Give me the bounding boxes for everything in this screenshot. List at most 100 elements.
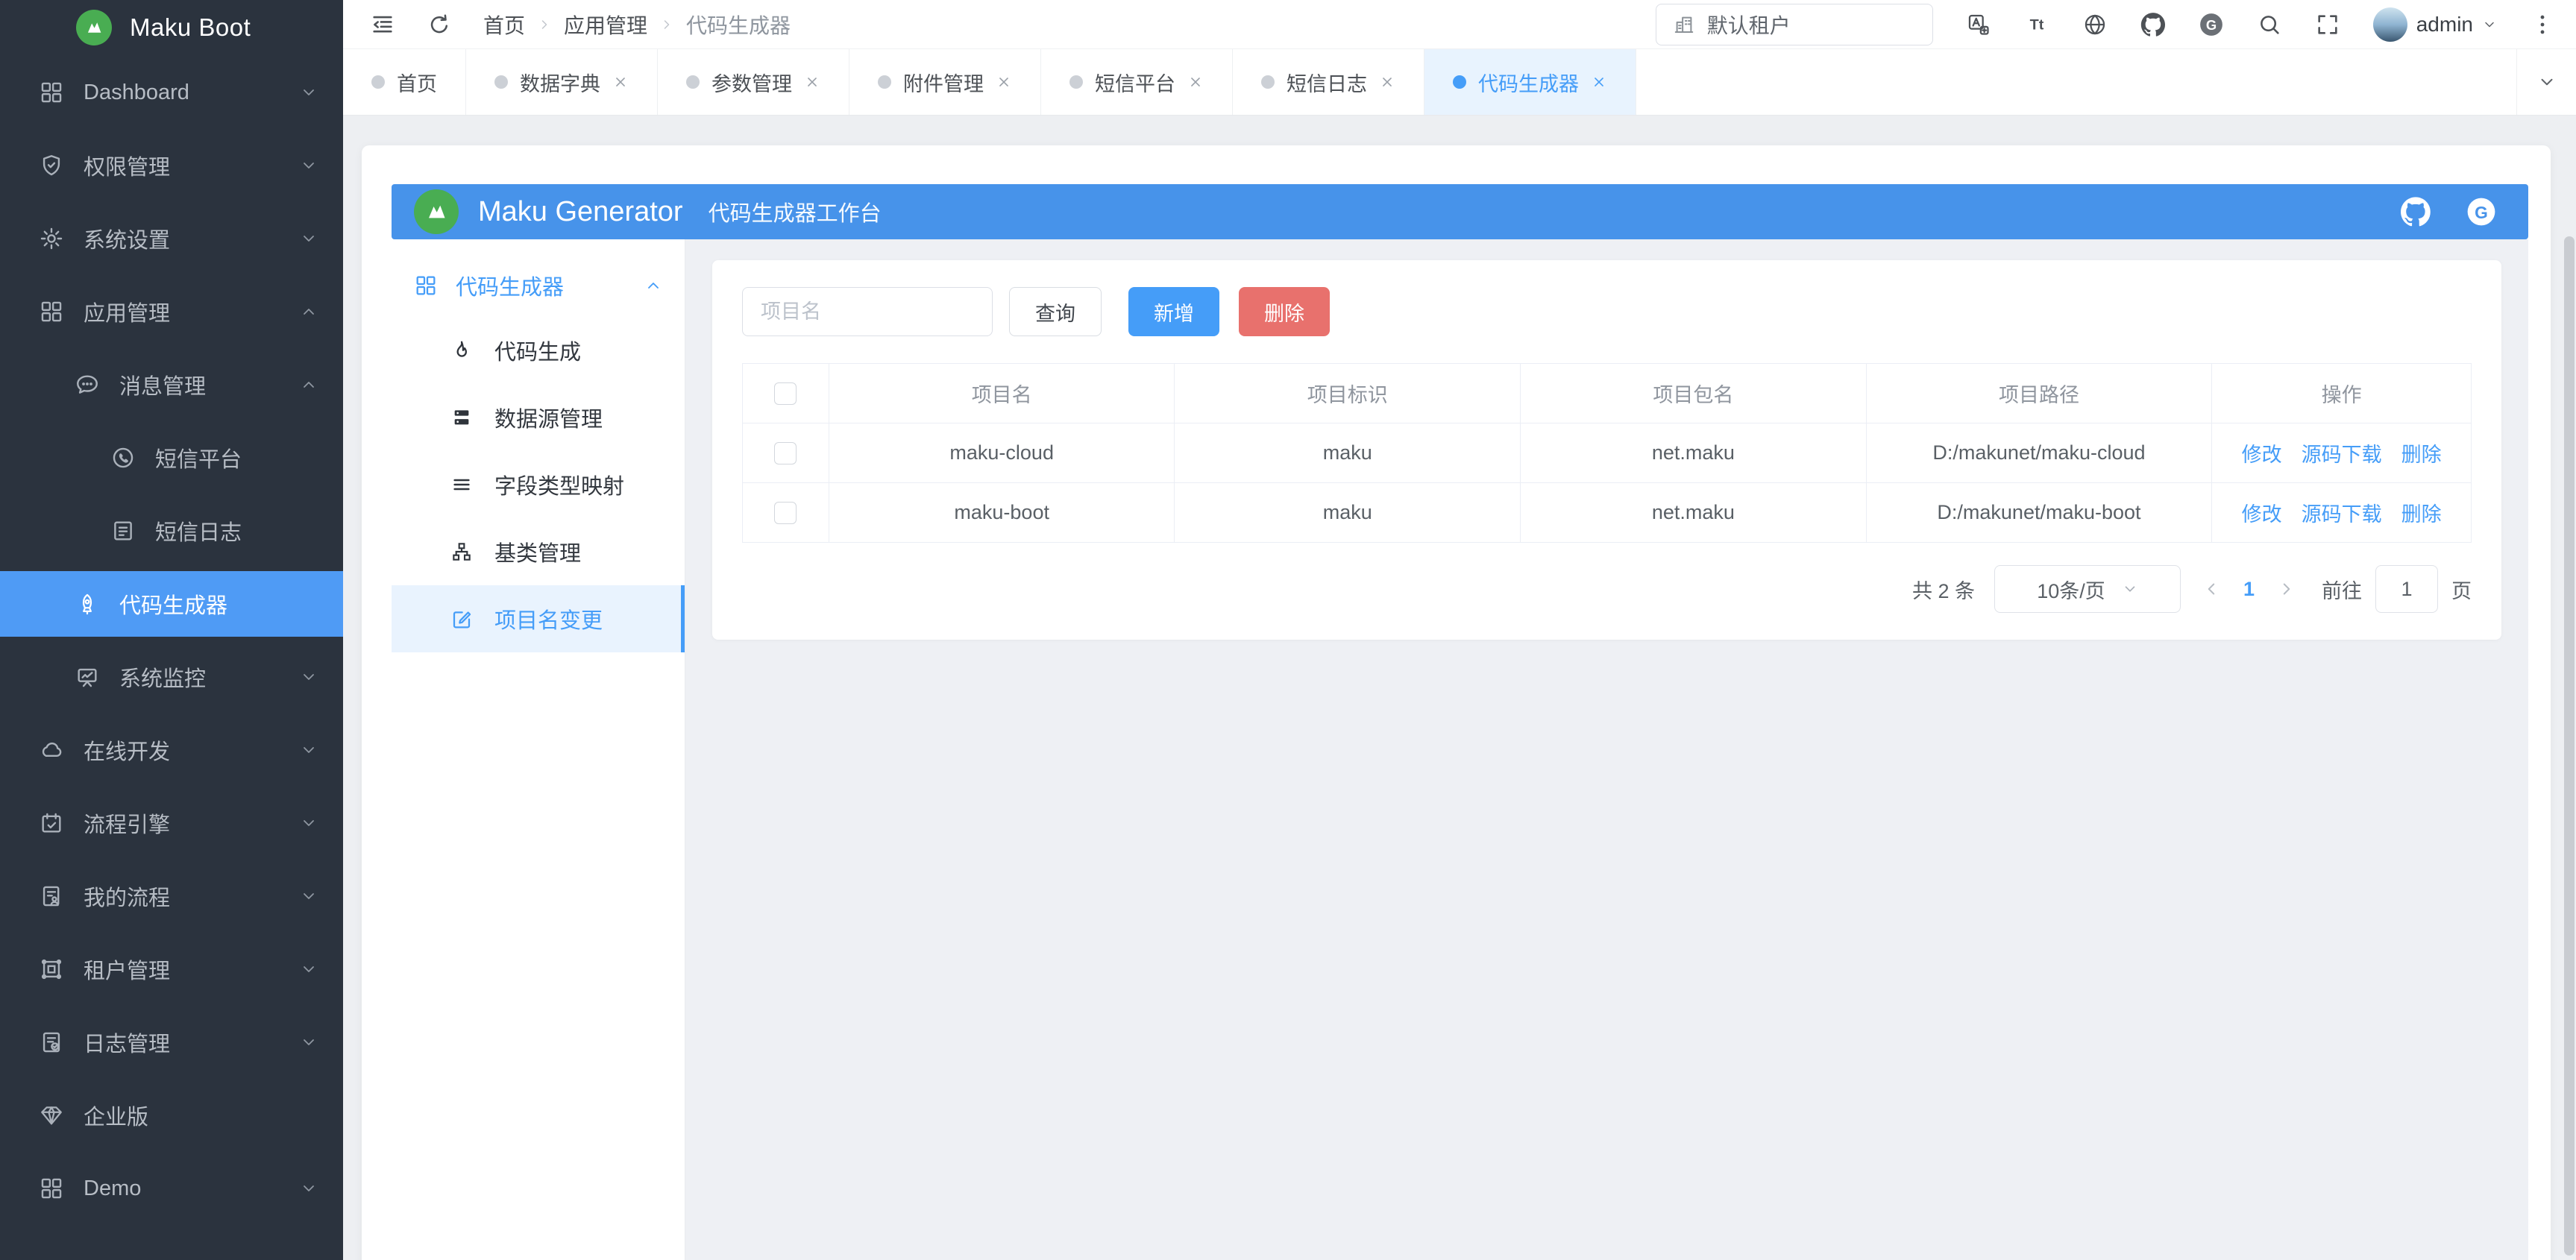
- user-menu[interactable]: admin: [2373, 7, 2497, 42]
- tenant-value: 默认租户: [1707, 10, 1791, 40]
- chevron-down-icon: [2482, 17, 2497, 32]
- goto-page-input[interactable]: [2375, 565, 2438, 613]
- edit-link[interactable]: 修改: [2242, 444, 2282, 466]
- generator-menu-code-generation[interactable]: 代码生成: [392, 317, 685, 384]
- next-page-icon[interactable]: [2277, 579, 2296, 599]
- generator-menu-base-class[interactable]: 基类管理: [392, 518, 685, 585]
- app-title: Maku Boot: [130, 13, 251, 42]
- download-source-link[interactable]: 源码下载: [2302, 503, 2382, 526]
- query-button[interactable]: 查询: [1009, 287, 1102, 336]
- cell-project-name: maku-cloud: [829, 423, 1175, 483]
- close-icon[interactable]: [612, 74, 629, 90]
- generator-menu-project-rename[interactable]: 项目名变更: [392, 585, 685, 652]
- tab-sms-platform[interactable]: 短信平台: [1041, 49, 1233, 115]
- globe-language-icon[interactable]: [2082, 12, 2108, 37]
- sidebar-nav: Dashboard 权限管理 系统设置 应用管理 消息管理 短信平台 短信日志 …: [0, 48, 343, 1221]
- row-checkbox[interactable]: [774, 502, 797, 524]
- download-source-link[interactable]: 源码下载: [2302, 444, 2382, 466]
- generator-body: 代码生成器 代码生成 数据源管理 字段类型映射 基类管理 项目名变更 查询 新增…: [392, 239, 2528, 1260]
- generator-menu-datasource[interactable]: 数据源管理: [392, 384, 685, 451]
- cell-project-ident: maku: [1175, 483, 1521, 543]
- close-icon[interactable]: [996, 74, 1012, 90]
- translate-icon[interactable]: [1966, 12, 1991, 37]
- topbar-right: 默认租户 admin: [1656, 4, 2576, 45]
- close-icon[interactable]: [1187, 74, 1204, 90]
- github-icon[interactable]: [2140, 12, 2166, 37]
- sidebar-item-log-management[interactable]: 日志管理: [0, 1009, 343, 1075]
- sidebar-item-workflow-engine[interactable]: 流程引擎: [0, 790, 343, 856]
- chevron-down-icon: [300, 230, 318, 248]
- delete-link[interactable]: 删除: [2401, 503, 2442, 526]
- sidebar-item-tenant-management[interactable]: 租户管理: [0, 936, 343, 1002]
- page-size-select[interactable]: 10条/页: [1994, 565, 2181, 613]
- sidebar-item-dashboard[interactable]: Dashboard: [0, 60, 343, 125]
- document-list-icon: [110, 518, 136, 544]
- cell-project-path: D:/makunet/maku-boot: [1866, 483, 2212, 543]
- kebab-menu-icon[interactable]: [2530, 12, 2555, 37]
- breadcrumb-current: 代码生成器: [686, 10, 791, 40]
- project-name-input[interactable]: [742, 287, 993, 336]
- sidebar-item-message-management[interactable]: 消息管理: [0, 352, 343, 418]
- sidebar-item-enterprise[interactable]: 企业版: [0, 1083, 343, 1148]
- add-button[interactable]: 新增: [1128, 287, 1219, 336]
- edit-link[interactable]: 修改: [2242, 503, 2282, 526]
- sidebar-item-permissions[interactable]: 权限管理: [0, 133, 343, 198]
- sidebar-item-my-workflow[interactable]: 我的流程: [0, 863, 343, 929]
- table-header-row: 项目名 项目标识 项目包名 项目路径 操作: [743, 364, 2472, 423]
- username: admin: [2416, 13, 2473, 37]
- refresh-icon[interactable]: [427, 12, 452, 37]
- row-checkbox[interactable]: [774, 442, 797, 464]
- chevron-down-icon: [2122, 581, 2138, 597]
- chevron-down-icon: [300, 741, 318, 759]
- github-icon[interactable]: [2400, 196, 2431, 227]
- table-row: maku-cloud maku net.maku D:/makunet/maku…: [743, 423, 2472, 483]
- scrollbar-thumb[interactable]: [2564, 236, 2575, 1256]
- gitee-icon[interactable]: [2199, 12, 2224, 37]
- tenant-select[interactable]: 默认租户: [1656, 4, 1933, 45]
- tab-parameter-management[interactable]: 参数管理: [658, 49, 849, 115]
- sidebar-item-sms-log[interactable]: 短信日志: [0, 498, 343, 564]
- tab-attachment-management[interactable]: 附件管理: [849, 49, 1041, 115]
- tab-code-generator[interactable]: 代码生成器: [1424, 49, 1636, 115]
- fullscreen-icon[interactable]: [2315, 12, 2340, 37]
- collapse-sidebar-icon[interactable]: [370, 12, 395, 37]
- sidebar-item-system-monitor[interactable]: 系统监控: [0, 644, 343, 710]
- close-icon[interactable]: [1379, 74, 1395, 90]
- gitee-icon[interactable]: [2466, 196, 2497, 227]
- col-project-path: 项目路径: [1866, 364, 2212, 423]
- generator-subtitle: 代码生成器工作台: [709, 196, 882, 227]
- sidebar-item-app-management[interactable]: 应用管理: [0, 279, 343, 344]
- delete-button[interactable]: 删除: [1239, 287, 1330, 336]
- close-icon[interactable]: [1591, 74, 1607, 90]
- breadcrumb-home[interactable]: 首页: [483, 10, 525, 40]
- generator-menu-field-type-mapping[interactable]: 字段类型映射: [392, 451, 685, 518]
- generator-menu-parent[interactable]: 代码生成器: [392, 254, 685, 317]
- tabs-dropdown-button[interactable]: [2516, 49, 2576, 115]
- tab-data-dictionary[interactable]: 数据字典: [466, 49, 658, 115]
- sidebar-item-online-dev[interactable]: 在线开发: [0, 717, 343, 783]
- breadcrumb-app-management[interactable]: 应用管理: [564, 10, 647, 40]
- page-number[interactable]: 1: [2243, 578, 2255, 601]
- select-all-checkbox[interactable]: [774, 382, 797, 405]
- search-icon[interactable]: [2257, 12, 2282, 37]
- tab-home[interactable]: 首页: [343, 49, 466, 115]
- sidebar-item-sms-platform[interactable]: 短信平台: [0, 425, 343, 491]
- delete-link[interactable]: 删除: [2401, 444, 2442, 466]
- tab-sms-log[interactable]: 短信日志: [1233, 49, 1424, 115]
- close-icon[interactable]: [804, 74, 820, 90]
- maku-boot-admin-page: { "app": { "name": "Maku Boot" }, "topba…: [0, 0, 2576, 1260]
- page-tabs: 首页 数据字典 参数管理 附件管理 短信平台 短信日志 代码生成器: [343, 49, 2576, 116]
- sidebar-item-system-settings[interactable]: 系统设置: [0, 206, 343, 271]
- chevron-down-icon: [300, 84, 318, 101]
- sidebar-item-demo[interactable]: Demo: [0, 1156, 343, 1221]
- font-size-icon[interactable]: [2024, 12, 2049, 37]
- maku-generator-logo-icon: [414, 189, 459, 234]
- tab-dot: [1261, 75, 1275, 89]
- chevron-down-icon: [300, 668, 318, 686]
- prev-page-icon[interactable]: [2202, 579, 2221, 599]
- sidebar-item-code-generator[interactable]: 代码生成器: [0, 571, 343, 637]
- chevron-down-icon: [300, 157, 318, 174]
- rocket-icon: [75, 591, 100, 617]
- frame-icon: [39, 957, 64, 982]
- edit-icon: [450, 607, 474, 631]
